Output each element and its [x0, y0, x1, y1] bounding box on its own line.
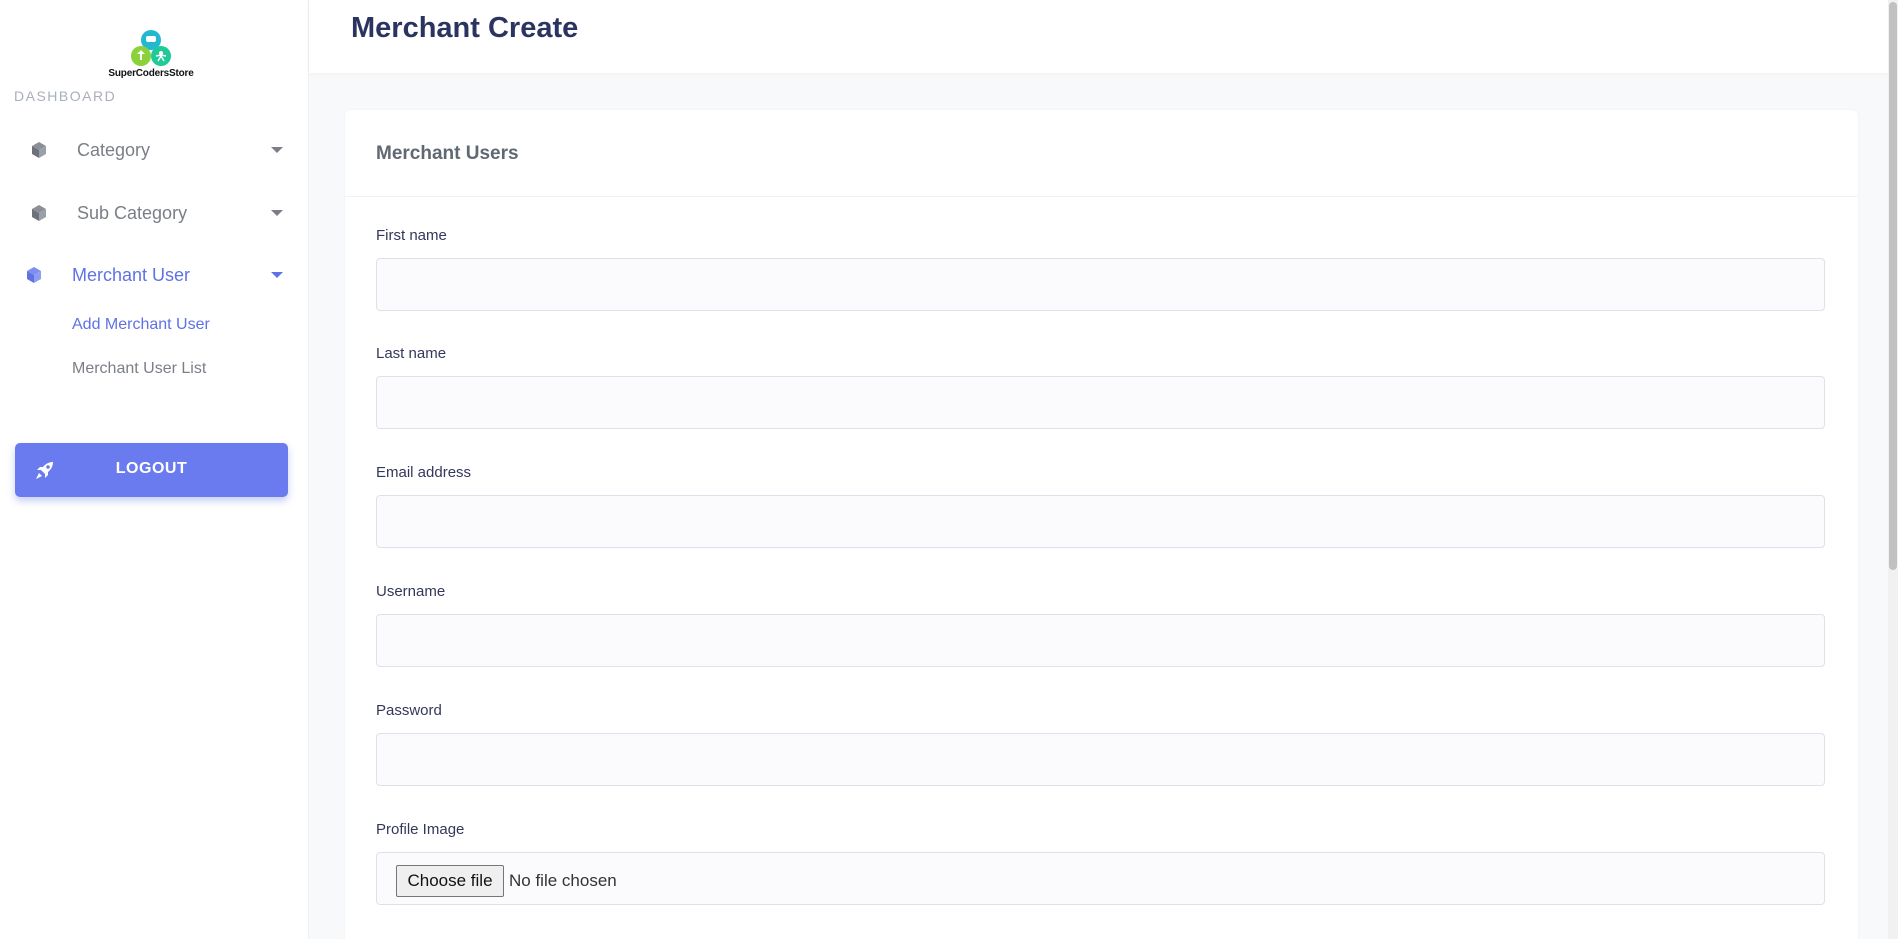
- username-label: Username: [376, 583, 446, 600]
- logo-icon: [131, 30, 171, 66]
- file-status-text: No file chosen: [509, 871, 617, 890]
- brand-logo[interactable]: SuperCodersStore: [100, 26, 202, 80]
- cube-icon: [32, 142, 46, 158]
- profile-image-label: Profile Image: [376, 821, 465, 838]
- sidebar-subitem-merchant-user-list[interactable]: Merchant User List: [72, 360, 206, 378]
- sidebar-item-label: Sub Category: [77, 202, 188, 223]
- sidebar: SuperCodersStore DASHBOARD Category Sub …: [0, 0, 309, 939]
- last-name-input[interactable]: [376, 376, 1825, 429]
- chevron-down-icon: [271, 210, 283, 216]
- sidebar-item-category[interactable]: Category: [0, 130, 309, 170]
- page-title: Merchant Create: [351, 12, 579, 44]
- sidebar-subitem-add-merchant-user[interactable]: Add Merchant User: [72, 316, 210, 334]
- merchant-form-card: Merchant Users First name Last name Emai…: [345, 110, 1858, 939]
- card-title: Merchant Users: [376, 143, 519, 164]
- brand-name: SuperCodersStore: [108, 68, 194, 79]
- email-input[interactable]: [376, 495, 1825, 548]
- first-name-label: First name: [376, 227, 447, 244]
- cube-icon: [27, 267, 41, 283]
- username-input[interactable]: [376, 614, 1825, 667]
- dashboard-label[interactable]: DASHBOARD: [14, 88, 116, 104]
- chevron-down-icon: [271, 272, 283, 278]
- choose-file-button[interactable]: Choose file: [396, 865, 504, 897]
- chevron-down-icon: [271, 147, 283, 153]
- last-name-label: Last name: [376, 345, 447, 362]
- top-header: Merchant Create: [309, 0, 1898, 73]
- page-scrollbar[interactable]: [1888, 0, 1898, 939]
- sidebar-item-label: Merchant User: [72, 264, 191, 285]
- password-input[interactable]: [376, 733, 1825, 786]
- password-label: Password: [376, 702, 442, 719]
- first-name-input[interactable]: [376, 258, 1825, 311]
- sidebar-item-merchant-user[interactable]: Merchant User: [0, 255, 309, 295]
- scrollbar-thumb[interactable]: [1889, 2, 1897, 570]
- card-header: Merchant Users: [345, 110, 1858, 197]
- cube-icon: [32, 205, 46, 221]
- logout-label: LOGOUT: [115, 460, 188, 477]
- profile-image-file-input[interactable]: Choose file No file chosen: [376, 852, 1825, 905]
- sidebar-item-sub-category[interactable]: Sub Category: [0, 193, 309, 233]
- email-label: Email address: [376, 464, 472, 481]
- sidebar-item-label: Category: [77, 139, 151, 160]
- logout-button[interactable]: LOGOUT: [15, 443, 288, 497]
